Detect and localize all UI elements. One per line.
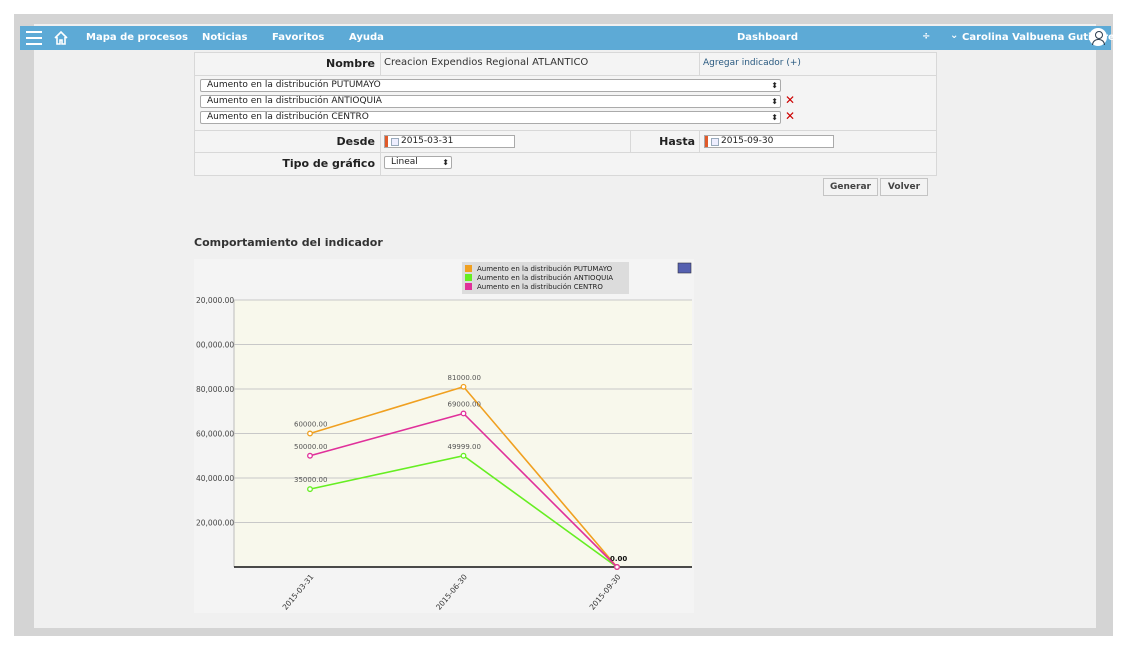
home-icon[interactable]: [53, 30, 69, 46]
indicator-form: Nombre Creacion Expendios Regional ATLAN…: [194, 52, 937, 176]
chart-area: 20,000.00 40,000.00 60,000.00 80,000.00 00,0…: [194, 259, 694, 613]
legend-swatch: [465, 283, 472, 290]
nav-ayuda[interactable]: Ayuda: [349, 32, 384, 43]
data-point: [614, 564, 620, 570]
remove-indicator-2-icon[interactable]: ✕: [785, 93, 795, 107]
calendar-icon: [391, 138, 399, 146]
data-label: 60000.00: [294, 421, 327, 429]
desde-date-input[interactable]: 2015-03-31: [384, 135, 515, 148]
nav-noticias[interactable]: Noticias: [202, 32, 248, 43]
x-tick-label: 2015-09-30: [588, 572, 623, 611]
desde-label: Desde: [336, 135, 375, 148]
legend-swatch: [465, 274, 472, 281]
y-tick-label: 40,000.00: [196, 474, 234, 483]
dashboard-title: Dashboard: [737, 32, 798, 43]
data-label: 50000.00: [294, 443, 327, 451]
nombre-value: Creacion Expendios Regional ATLANTICO: [384, 57, 589, 68]
indicator-select-1[interactable]: Aumento en la distribución PUTUMAYO ⬍: [200, 79, 781, 92]
nav-mapa-procesos[interactable]: Mapa de procesos: [86, 32, 188, 43]
generar-button[interactable]: Generar: [823, 178, 878, 196]
sort-icon[interactable]: ÷: [922, 31, 930, 42]
data-point: [460, 410, 467, 417]
indicator-select-3[interactable]: Aumento en la distribución CENTRO ⬍: [200, 111, 781, 124]
data-point: [460, 452, 467, 459]
data-label: 35000.00: [294, 476, 327, 484]
select-arrow-icon: ⬍: [442, 158, 449, 167]
top-navbar: Mapa de procesos Noticias Favoritos Ayud…: [20, 26, 1121, 50]
add-indicator-link[interactable]: Agregar indicador (+): [703, 58, 801, 68]
hasta-label: Hasta: [659, 135, 695, 148]
x-tick-label: 2015-06-30: [434, 572, 469, 611]
select-arrow-icon: ⬍: [771, 113, 778, 122]
tipo-grafico-label: Tipo de gráfico: [282, 157, 375, 170]
y-tick-label: 80,000.00: [196, 385, 234, 394]
volver-button[interactable]: Volver: [880, 178, 928, 196]
chevron-down-icon[interactable]: ⌄: [950, 30, 958, 41]
legend-label: Aumento en la distribución CENTRO: [477, 283, 603, 291]
nombre-label: Nombre: [326, 57, 375, 70]
chart-title: Comportamiento del indicador: [194, 236, 383, 249]
chart-menu-icon: [677, 262, 692, 274]
data-point: [307, 430, 313, 437]
data-point: [460, 383, 467, 390]
line-chart: 20,000.00 40,000.00 60,000.00 80,000.00 00,0…: [196, 262, 692, 612]
calendar-icon: [711, 138, 719, 146]
data-point: [307, 452, 313, 459]
menu-icon[interactable]: [26, 31, 42, 45]
legend-label: Aumento en la distribución ANTIOQUIA: [477, 274, 613, 282]
y-tick-label: 20,000.00: [196, 519, 234, 528]
data-label: 49999.00: [448, 443, 481, 451]
select-arrow-icon: ⬍: [771, 97, 778, 106]
legend-swatch: [465, 265, 472, 272]
x-tick-label: 2015-03-31: [281, 572, 316, 611]
y-tick-label: 60,000.00: [196, 430, 234, 439]
select-arrow-icon: ⬍: [771, 81, 778, 90]
y-tick-label: 00,000.00: [196, 341, 234, 350]
data-label: 81000.00: [448, 374, 481, 382]
user-avatar-icon[interactable]: [1089, 28, 1107, 46]
hasta-date-input[interactable]: 2015-09-30: [704, 135, 834, 148]
nav-favoritos[interactable]: Favoritos: [272, 32, 324, 43]
chart-type-select[interactable]: Lineal ⬍: [384, 156, 452, 169]
data-point: [307, 486, 313, 493]
indicator-select-2[interactable]: Aumento en la distribución ANTIOQUIA ⬍: [200, 95, 781, 108]
remove-indicator-3-icon[interactable]: ✕: [785, 109, 795, 123]
legend-label: Aumento en la distribución PUTUMAYO: [477, 265, 613, 273]
data-label: 69000.00: [448, 400, 481, 408]
y-tick-label: 20,000.00: [196, 296, 234, 305]
